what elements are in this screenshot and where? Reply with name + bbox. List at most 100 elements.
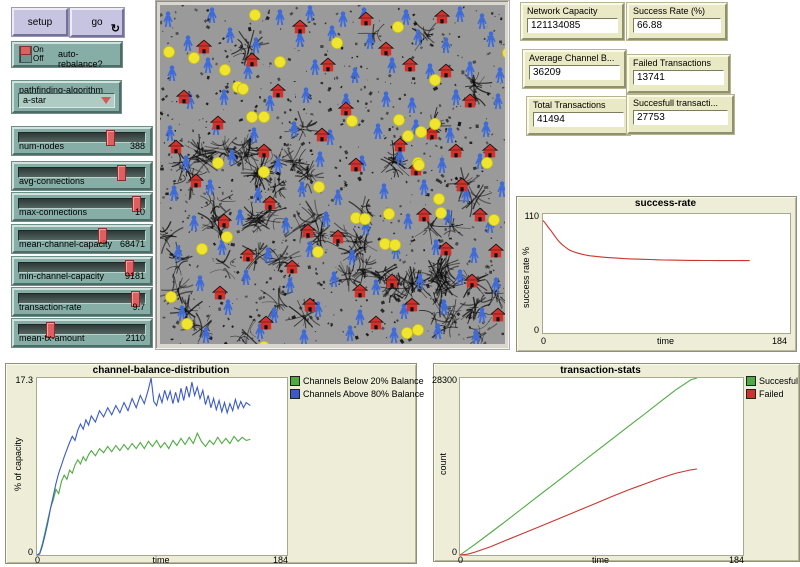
transaction-dot	[379, 238, 390, 249]
link-speckle	[294, 81, 296, 82]
transaction-dot	[383, 208, 394, 219]
link-speckle	[392, 106, 394, 108]
legend-item: Failed	[746, 387, 798, 400]
link-speckle	[379, 35, 381, 37]
link-speckle	[269, 62, 272, 64]
link-speckle	[364, 86, 366, 89]
link-speckle	[376, 78, 378, 80]
link-speckle	[334, 78, 335, 80]
plot-area	[36, 377, 288, 556]
auto-rebalance-switch[interactable]: On Off auto-rebalance?	[12, 42, 122, 67]
transaction-rate-slider[interactable]: transaction-rate9.7	[12, 288, 152, 316]
avg-connections-slider[interactable]: avg-connections9	[12, 162, 152, 190]
setup-button[interactable]: setup	[12, 8, 68, 36]
world-view[interactable]	[160, 5, 505, 344]
slider-value: 10	[135, 207, 145, 217]
link-speckle	[310, 113, 313, 115]
channel-link	[295, 176, 301, 177]
success-rate-plot: success-rate 110 0 success rate % 0 184 …	[516, 196, 797, 352]
link-speckle	[320, 45, 323, 48]
chooser-dropdown[interactable]: a-star	[18, 93, 115, 108]
link-speckle	[423, 152, 425, 154]
link-speckle	[349, 65, 351, 67]
link-speckle	[212, 58, 214, 60]
max-connections-slider[interactable]: max-connections10	[12, 193, 152, 221]
link-speckle	[175, 32, 178, 35]
min-channel-capacity-slider[interactable]: min-channel-capacity9181	[12, 257, 152, 285]
link-speckle	[488, 36, 489, 37]
link-speckle	[170, 230, 172, 231]
link-speckle	[488, 198, 490, 199]
plot-title: success-rate	[542, 198, 789, 209]
mean-tx-amount-slider[interactable]: mean-tx-amount 2110	[12, 319, 152, 347]
link-speckle	[293, 214, 296, 217]
link-speckle	[482, 171, 484, 173]
link-speckle	[295, 94, 296, 95]
link-speckle	[165, 192, 169, 195]
slider-value: 2110	[126, 333, 145, 343]
slider-label: transaction-rate	[19, 302, 82, 312]
link-speckle	[174, 18, 176, 20]
switch-toggle[interactable]	[19, 46, 32, 63]
total-transactions-monitor: Total Transactions 41494	[527, 97, 630, 135]
forever-icon: ↻	[111, 22, 120, 35]
link-speckle	[430, 298, 432, 300]
link-speckle	[171, 339, 174, 341]
y-axis-label: count	[438, 394, 448, 534]
link-speckle	[284, 143, 286, 146]
transaction-dot	[401, 327, 412, 338]
transaction-dot	[429, 118, 440, 129]
transaction-dot	[346, 115, 357, 126]
link-speckle	[412, 77, 415, 80]
num-nodes-slider[interactable]: num-nodes 388	[12, 127, 152, 155]
x-axis-label: time	[542, 336, 789, 346]
link-speckle	[423, 171, 426, 174]
y-axis-label: success rate %	[521, 223, 531, 331]
link-speckle	[310, 149, 313, 151]
go-button[interactable]: go ↻	[70, 8, 124, 37]
transaction-dot	[412, 324, 423, 335]
series-line	[460, 469, 697, 555]
slider-label: num-nodes	[19, 141, 64, 151]
link-speckle	[360, 88, 362, 90]
link-speckle	[193, 299, 194, 300]
link-speckle	[365, 287, 367, 289]
plot-legend: Succesful Failed	[746, 374, 798, 400]
slider-label: avg-connections	[19, 176, 85, 186]
link-speckle	[493, 270, 495, 272]
monitor-value: 41494	[533, 112, 624, 127]
link-speckle	[164, 142, 165, 143]
monitor-value: 121134085	[527, 18, 618, 33]
switch-knob[interactable]	[20, 46, 31, 55]
setup-button-label: setup	[28, 17, 52, 28]
series-line	[460, 378, 697, 555]
link-speckle	[308, 265, 311, 269]
legend-item: Succesful	[746, 374, 798, 387]
switch-label: auto-rebalance?	[58, 49, 120, 69]
link-speckle	[479, 94, 480, 95]
link-speckle	[241, 62, 243, 64]
transaction-dot	[488, 214, 499, 225]
link-speckle	[324, 54, 327, 56]
slider-label: mean-tx-amount	[19, 333, 85, 343]
link-speckle	[231, 190, 233, 192]
mean-channel-capacity-slider[interactable]: mean-channel-capacity68471	[12, 225, 152, 253]
slider-label: mean-channel-capacity	[19, 239, 112, 249]
switch-off-label: Off	[33, 54, 44, 63]
success-rate-monitor: Success Rate (%) 66.88	[627, 3, 727, 40]
link-speckle	[399, 98, 401, 100]
link-speckle	[171, 36, 173, 37]
switch-onoff-labels: On Off	[33, 45, 44, 63]
app-window: setup go ↻ On Off auto-rebalance? pathfi…	[0, 0, 800, 567]
link-speckle	[320, 82, 323, 84]
network-capacity-monitor: Network Capacity 121134085	[521, 3, 624, 40]
slider-value: 388	[130, 141, 145, 151]
link-speckle	[461, 70, 464, 74]
x-axis-label: time	[36, 555, 286, 565]
link-speckle	[281, 242, 283, 243]
transaction-dot	[389, 239, 400, 250]
plot-legend: Channels Below 20% Balance Channels Abov…	[290, 374, 424, 400]
chevron-down-icon[interactable]	[101, 97, 111, 104]
monitor-value: 36209	[529, 65, 620, 80]
transaction-dot	[181, 318, 192, 329]
